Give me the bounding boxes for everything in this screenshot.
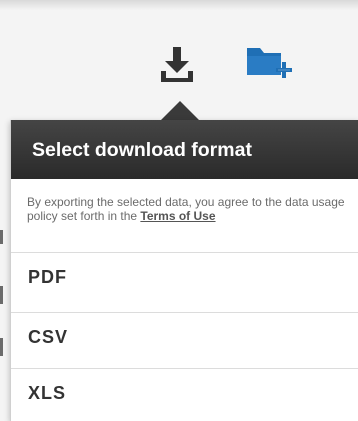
format-option-csv[interactable]: CSV [11, 312, 358, 363]
format-option-pdf[interactable]: PDF [11, 252, 358, 303]
export-notice: By exporting the selected data, you agre… [27, 195, 353, 223]
format-label: CSV [28, 327, 69, 347]
popover-caret [160, 101, 200, 121]
download-button[interactable] [159, 45, 195, 85]
popover-header: Select download format [11, 120, 358, 179]
format-option-xls[interactable]: XLS [11, 368, 358, 419]
screen: Select download format By exporting the … [0, 0, 358, 421]
popover-title: Select download format [32, 139, 252, 161]
top-bar-edge [0, 0, 358, 10]
add-folder-button[interactable] [245, 44, 297, 84]
download-icon [161, 47, 193, 82]
format-label: XLS [28, 383, 67, 403]
folder-add-icon [247, 48, 292, 78]
format-label: PDF [28, 267, 67, 287]
download-format-popover: Select download format By exporting the … [10, 120, 358, 421]
terms-of-use-link[interactable]: Terms of Use [140, 209, 215, 223]
